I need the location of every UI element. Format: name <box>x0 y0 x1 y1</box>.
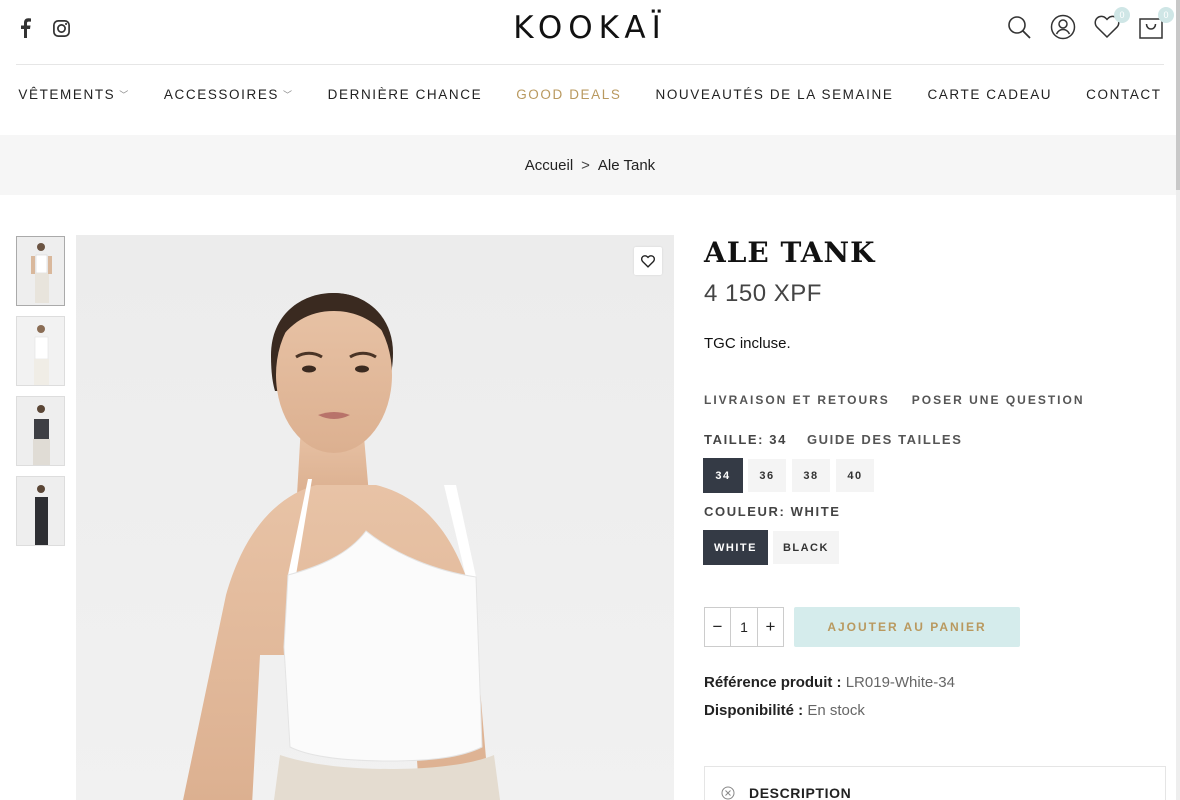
product-thumbnail[interactable] <box>16 236 65 306</box>
nav-item-label: CARTE CADEAU <box>927 87 1053 102</box>
header-divider <box>16 64 1164 65</box>
cart-count-badge: 0 <box>1158 7 1174 23</box>
breadcrumb-home-link[interactable]: Accueil <box>525 157 573 174</box>
color-label: COULEUR: WHITE <box>704 504 1166 519</box>
product-links: LIVRAISON ET RETOURS POSER UNE QUESTION <box>704 393 1166 407</box>
product-thumbnail[interactable] <box>16 396 65 466</box>
heart-icon <box>641 254 655 268</box>
product-thumbnail[interactable] <box>16 316 65 386</box>
size-option-38[interactable]: 38 <box>792 459 830 492</box>
color-option-white[interactable]: WHITE <box>703 530 768 565</box>
add-to-wishlist-button[interactable] <box>634 247 662 275</box>
account-icon[interactable] <box>1048 12 1078 42</box>
reference-value: LR019-White-34 <box>845 674 955 691</box>
size-options: 34 36 38 40 <box>703 458 1166 493</box>
site-header: KOOKAÏ 0 0 <box>0 0 1180 65</box>
description-label: DESCRIPTION <box>749 784 852 800</box>
nav-item-good-deals[interactable]: GOOD DEALS <box>516 80 621 110</box>
description-accordion[interactable]: DESCRIPTION <box>704 766 1166 800</box>
add-to-cart-row: − 1 + AJOUTER AU PANIER <box>704 607 1166 647</box>
nav-item-label: GOOD DEALS <box>516 87 622 102</box>
quantity-decrease-button[interactable]: − <box>705 608 730 646</box>
size-label-text: TAILLE: <box>704 432 765 447</box>
product-reference: Référence produit : LR019-White-34 <box>704 669 1166 697</box>
availability-label: Disponibilité : <box>704 702 804 719</box>
product-price: 4 150 XPF <box>704 280 822 307</box>
size-option-36[interactable]: 36 <box>748 459 786 492</box>
chevron-down-icon: ﹀ <box>283 90 294 100</box>
header-actions: 0 0 <box>1004 7 1174 42</box>
quantity-increase-button[interactable]: + <box>758 608 783 646</box>
size-option-40[interactable]: 40 <box>836 459 874 492</box>
product-info: ALE TANK 4 150 XPF TGC incluse. LIVRAISO… <box>703 236 1166 725</box>
size-selected-value: 34 <box>769 432 787 447</box>
ask-question-link[interactable]: POSER UNE QUESTION <box>912 393 1085 407</box>
product-title: ALE TANK <box>704 236 876 269</box>
size-option-34[interactable]: 34 <box>703 458 743 493</box>
quantity-input[interactable]: 1 <box>730 608 758 646</box>
breadcrumb: Accueil > Ale Tank <box>0 135 1180 195</box>
product-thumbnail[interactable] <box>16 476 65 546</box>
nav-item-derniere-chance[interactable]: DERNIÈRE CHANCE <box>328 80 483 110</box>
wishlist-count-badge: 0 <box>1114 7 1130 23</box>
color-option-black[interactable]: BLACK <box>772 531 839 564</box>
search-icon[interactable] <box>1004 12 1034 42</box>
main-nav: VÊTEMENTS ﹀ ACCESSOIRES ﹀ DERNIÈRE CHANC… <box>0 80 1180 110</box>
nav-item-nouveautes[interactable]: NOUVEAUTÉS DE LA SEMAINE <box>655 80 893 110</box>
availability-value: En stock <box>807 702 865 719</box>
shipping-returns-link[interactable]: LIVRAISON ET RETOURS <box>704 393 890 407</box>
breadcrumb-separator: > <box>581 156 590 174</box>
close-circle-icon <box>721 786 735 799</box>
size-header: TAILLE: 34 GUIDE DES TAILLES <box>704 432 1166 447</box>
nav-item-label: CONTACT <box>1086 87 1162 102</box>
nav-item-contact[interactable]: CONTACT <box>1086 80 1161 110</box>
quantity-stepper: − 1 + <box>704 607 784 647</box>
page-scrollbar[interactable] <box>1176 0 1180 800</box>
reference-label: Référence produit : <box>704 674 842 691</box>
color-options: WHITE BLACK <box>703 530 1166 565</box>
breadcrumb-current: Ale Tank <box>597 156 656 174</box>
wishlist-icon[interactable]: 0 <box>1092 7 1130 42</box>
color-label-text: COULEUR: <box>704 504 786 519</box>
site-logo[interactable]: KOOKAÏ <box>0 10 1180 46</box>
chevron-down-icon: ﹀ <box>119 90 130 100</box>
add-to-cart-button[interactable]: AJOUTER AU PANIER <box>794 607 1020 647</box>
product-main-image[interactable] <box>76 235 674 800</box>
size-guide-link[interactable]: GUIDE DES TAILLES <box>807 432 963 447</box>
nav-item-label: NOUVEAUTÉS DE LA SEMAINE <box>655 87 894 102</box>
nav-item-label: VÊTEMENTS <box>18 87 116 102</box>
scrollbar-thumb[interactable] <box>1176 0 1180 190</box>
size-label: TAILLE: 34 <box>704 432 787 447</box>
nav-item-label: DERNIÈRE CHANCE <box>327 87 483 102</box>
nav-item-label: ACCESSOIRES <box>163 87 280 102</box>
tax-note: TGC incluse. <box>704 335 791 352</box>
nav-item-vetements[interactable]: VÊTEMENTS ﹀ <box>18 80 130 110</box>
color-selected-value: WHITE <box>790 504 841 519</box>
nav-item-accessoires[interactable]: ACCESSOIRES ﹀ <box>164 80 294 110</box>
product-meta: Référence produit : LR019-White-34 Dispo… <box>704 669 1166 725</box>
nav-item-carte-cadeau[interactable]: CARTE CADEAU <box>927 80 1052 110</box>
product-thumbnails <box>16 236 66 546</box>
product-availability: Disponibilité : En stock <box>704 697 1166 725</box>
cart-icon[interactable]: 0 <box>1136 7 1174 42</box>
